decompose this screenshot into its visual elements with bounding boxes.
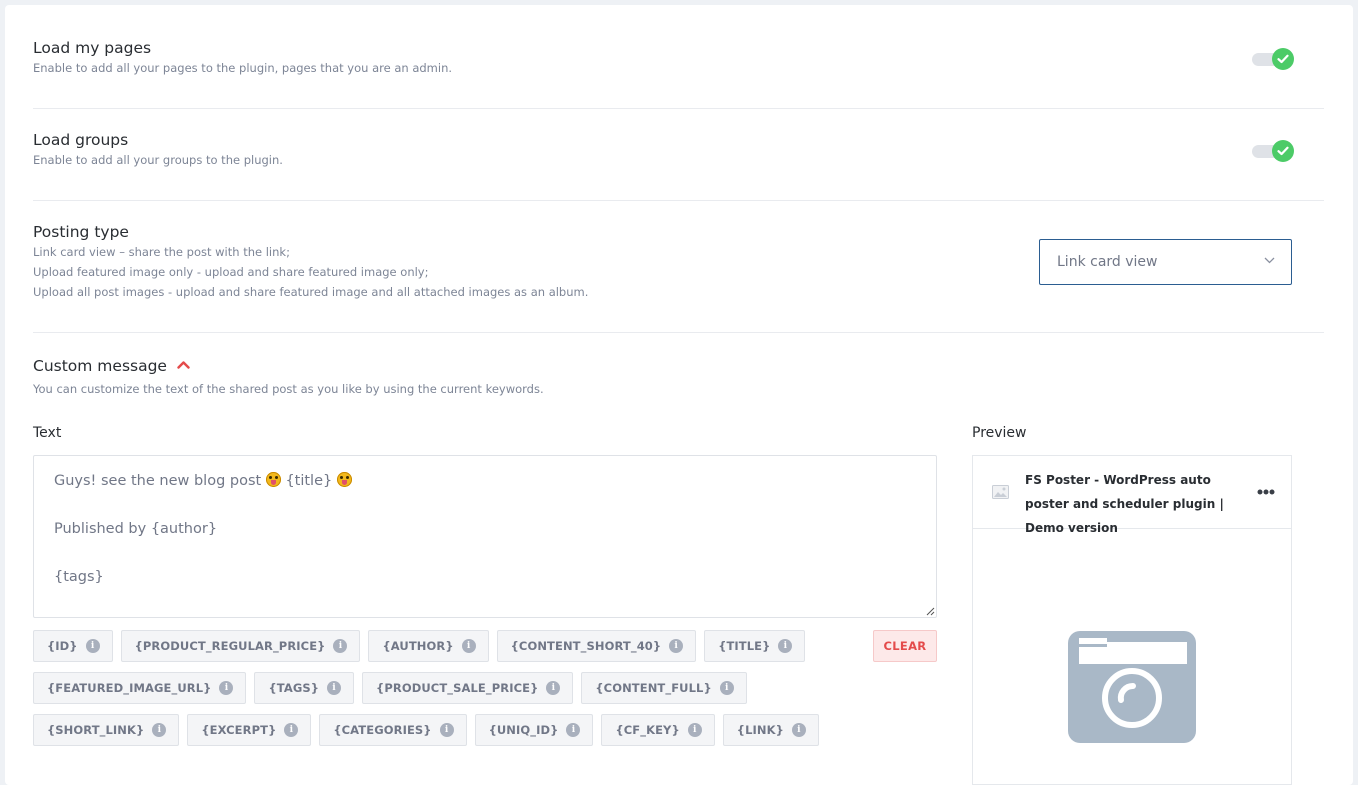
keyword-button[interactable]: {LINK} i	[722, 714, 819, 746]
setting-description: Enable to add all your groups to the plu…	[33, 153, 283, 167]
keyword-row: {FEATURED_IMAGE_URL} i {TAGS} i {PRODUCT_S…	[33, 672, 747, 706]
keyword-button[interactable]: {UNIQ_ID} i	[474, 714, 594, 746]
emoji-icon	[265, 472, 281, 487]
keyword-button[interactable]: {ID} i	[33, 630, 113, 662]
text-line: Guys! see the new blog post	[54, 473, 262, 489]
keyword-label: {FEATURED_IMAGE_URL}	[47, 681, 212, 695]
camera-icon	[1068, 631, 1196, 743]
preview-label: Preview	[972, 425, 1027, 441]
image-placeholder-icon	[992, 485, 1009, 499]
keyword-button[interactable]: {CATEGORIES} i	[319, 714, 467, 746]
keyword-button[interactable]: {SHORT_LINK} i	[33, 714, 180, 746]
keyword-label: {TITLE}	[718, 639, 771, 653]
keyword-button[interactable]: {CONTENT_FULL} i	[581, 672, 747, 704]
keyword-label: {SHORT_LINK}	[47, 723, 145, 737]
info-icon[interactable]: i	[85, 639, 100, 653]
info-icon[interactable]: i	[719, 681, 734, 695]
emoji-icon	[336, 472, 352, 487]
chevron-down-icon	[1264, 257, 1275, 264]
keyword-label: {TAGS}	[268, 681, 320, 695]
setting-description: Enable to add all your pages to the plug…	[33, 61, 453, 75]
clear-button[interactable]: CLEAR	[873, 630, 937, 662]
setting-custom-message: Custom message You can customize the tex…	[33, 356, 1324, 399]
info-icon[interactable]: i	[152, 723, 167, 737]
keyword-label: {CATEGORIES}	[333, 723, 432, 737]
posting-type-select[interactable]: Link card view	[1039, 239, 1292, 285]
keyword-label: {CONTENT_SHORT_40}	[510, 639, 662, 653]
info-icon[interactable]: i	[333, 639, 348, 653]
check-icon	[1272, 140, 1294, 162]
info-icon[interactable]: i	[546, 681, 561, 695]
keyword-label: {LINK}	[736, 723, 784, 737]
setting-title: Load groups	[33, 131, 129, 149]
keyword-label: {EXCERPT}	[201, 723, 277, 737]
resize-handle-icon[interactable]	[926, 607, 935, 616]
info-icon[interactable]: i	[778, 639, 793, 653]
keyword-button[interactable]: {TITLE} i	[704, 630, 806, 662]
keyword-label: {AUTHOR}	[382, 639, 454, 653]
info-icon[interactable]: i	[284, 723, 299, 737]
keyword-row: {SHORT_LINK} i {EXCERPT} i {CATEGORIES} i {…	[33, 714, 819, 748]
keyword-button[interactable]: {PRODUCT_SALE_PRICE} i	[362, 672, 574, 704]
keyword-button[interactable]: {FEATURED_IMAGE_URL} i	[33, 672, 247, 704]
keyword-button[interactable]: {PRODUCT_REGULAR_PRICE} i	[120, 630, 361, 662]
keyword-label: {ID}	[47, 639, 78, 653]
text-line: {title}	[285, 473, 333, 489]
divider	[33, 108, 1324, 109]
keyword-button[interactable]: {EXCERPT} i	[187, 714, 312, 746]
settings-panel: Load my pages Enable to add all your pag…	[5, 5, 1353, 785]
keyword-button[interactable]: {CF_KEY} i	[601, 714, 715, 746]
info-icon[interactable]: i	[327, 681, 342, 695]
text-line: Published by {author}	[54, 521, 218, 537]
preview-title: FS Poster - WordPress auto poster and sc…	[1025, 473, 1224, 535]
keyword-label: {CF_KEY}	[615, 723, 680, 737]
keyword-label: {PRODUCT_REGULAR_PRICE}	[134, 639, 326, 653]
text-line: {tags}	[54, 569, 104, 585]
keyword-label: {PRODUCT_SALE_PRICE}	[376, 681, 539, 695]
setting-description: You can customize the text of the shared…	[33, 382, 544, 396]
info-icon[interactable]: i	[566, 723, 581, 737]
load-groups-toggle[interactable]	[1252, 140, 1294, 162]
keyword-button[interactable]: {CONTENT_SHORT_40} i	[496, 630, 697, 662]
info-icon[interactable]: i	[687, 723, 702, 737]
keyword-button[interactable]: {AUTHOR} i	[368, 630, 489, 662]
preview-header: FS Poster - WordPress auto poster and sc…	[973, 456, 1291, 535]
load-pages-toggle[interactable]	[1252, 48, 1294, 70]
info-icon[interactable]: i	[669, 639, 684, 653]
check-icon	[1272, 48, 1294, 70]
setting-load-pages: Load my pages Enable to add all your pag…	[33, 38, 1324, 78]
setting-load-groups: Load groups Enable to add all your group…	[33, 130, 1324, 170]
post-preview: FS Poster - WordPress auto poster and sc…	[972, 455, 1292, 785]
more-options-icon[interactable]	[1257, 489, 1275, 495]
info-icon[interactable]: i	[791, 723, 806, 737]
divider	[33, 332, 1324, 333]
keyword-label: {CONTENT_FULL}	[595, 681, 712, 695]
chevron-up-icon[interactable]	[177, 361, 190, 369]
info-icon[interactable]: i	[461, 639, 476, 653]
setting-title: Load my pages	[33, 39, 152, 57]
setting-title: Custom message	[33, 357, 167, 375]
info-icon[interactable]: i	[439, 723, 454, 737]
info-icon[interactable]: i	[219, 681, 234, 695]
divider	[33, 200, 1324, 201]
keyword-button[interactable]: {TAGS} i	[254, 672, 355, 704]
select-value: Link card view	[1057, 254, 1158, 270]
message-textarea[interactable]: Guys! see the new blog post {title} Publ…	[33, 455, 937, 618]
keyword-label: {UNIQ_ID}	[488, 723, 559, 737]
keyword-row: {ID} i {PRODUCT_REGULAR_PRICE} i {AUTHOR} i…	[33, 630, 806, 664]
text-label: Text	[33, 425, 62, 441]
posting-type-desc-3: Upload all post images - upload and shar…	[33, 285, 589, 299]
